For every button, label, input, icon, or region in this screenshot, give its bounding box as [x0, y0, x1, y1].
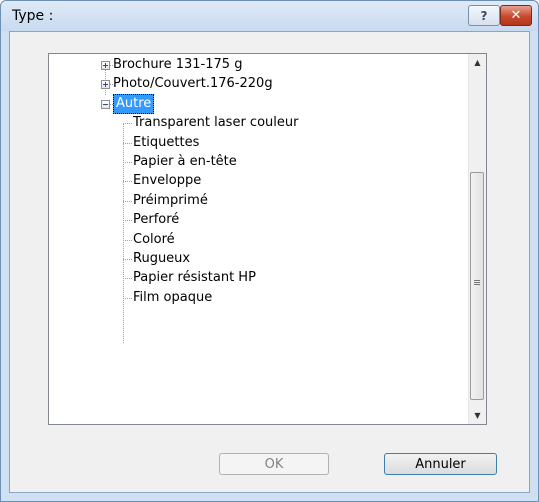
cancel-button[interactable]: Annuler — [384, 453, 497, 475]
tree-child-connector — [123, 124, 124, 344]
tree-item-label: Photo/Couvert.176-220g — [113, 76, 273, 92]
tree-branch-line — [123, 162, 132, 163]
scroll-down-arrow-icon[interactable]: ▼ — [469, 407, 486, 424]
tree-leaf[interactable]: Coloré — [123, 230, 175, 250]
tree-branch-line — [110, 103, 113, 105]
close-button[interactable]: ✕ — [500, 5, 532, 26]
tree-leaf[interactable]: Rugueux — [123, 249, 191, 269]
tree-leaf[interactable]: Papier résistant HP — [123, 268, 256, 288]
tree-branch-line — [123, 239, 132, 241]
vertical-scrollbar[interactable]: ▲ ▼ — [468, 54, 486, 424]
tree-branch-line — [123, 200, 132, 202]
scroll-thumb[interactable] — [470, 172, 484, 400]
tree-branch-line — [123, 142, 132, 144]
tree-branch-line — [123, 297, 132, 299]
tree-item-label: Préimprimé — [133, 192, 208, 208]
tree-branch-line — [123, 123, 132, 125]
tree-item-label: Papier résistant HP — [133, 270, 256, 286]
tree-item-label: Coloré — [133, 231, 175, 247]
tree-content: Brochure 131-175 g Photo/Couvert.176-220g… — [49, 54, 468, 424]
tree-item-label: Rugueux — [133, 251, 191, 266]
tree-item-label: Perforé — [133, 212, 180, 228]
tree-node[interactable]: Photo/Couvert.176-220g — [101, 74, 273, 94]
tree-node[interactable]: Brochure 131-175 g — [101, 55, 243, 75]
tree-branch-line — [110, 84, 113, 86]
tree-item-label: Etiquettes — [133, 134, 200, 150]
title-bar[interactable]: Type : ? ✕ — [1, 1, 538, 31]
type-tree-view[interactable]: Brochure 131-175 g Photo/Couvert.176-220g… — [48, 53, 487, 425]
dialog-title: Type : — [12, 8, 54, 24]
tree-branch-line — [123, 220, 132, 222]
dialog-window: Type : ? ✕ Brochure 131-175 g Photo/Couve… — [0, 0, 539, 502]
help-button[interactable]: ? — [468, 5, 500, 26]
tree-leaf[interactable]: Enveloppe — [123, 171, 202, 191]
tree-item-label: Brochure 131-175 g — [113, 57, 243, 72]
tree-branch-line — [110, 65, 113, 66]
tree-leaf[interactable]: Etiquettes — [123, 133, 200, 153]
ok-button[interactable]: OK — [219, 453, 329, 475]
grip-line-icon — [474, 284, 480, 285]
tree-leaf[interactable]: Transparent laser couleur — [123, 113, 299, 133]
tree-branch-line — [123, 259, 132, 260]
tree-item-label: Enveloppe — [133, 173, 202, 189]
tree-leaf[interactable]: Préimprimé — [123, 191, 208, 211]
scroll-up-arrow-icon[interactable]: ▲ — [469, 54, 486, 71]
tree-item-label: Autre — [113, 93, 155, 114]
tree-leaf[interactable]: Film opaque — [123, 288, 213, 308]
grip-line-icon — [474, 282, 480, 283]
tree-item-label: Papier à en-tête — [133, 154, 237, 169]
tree-node[interactable]: Autre — [101, 93, 155, 114]
expand-plus-icon[interactable] — [101, 61, 110, 70]
tree-branch-line — [123, 278, 132, 280]
tree-branch-line — [123, 181, 132, 183]
tree-leaf[interactable]: Perforé — [123, 210, 180, 230]
tree-leaf[interactable]: Papier à en-tête — [123, 152, 237, 172]
tree-item-label: Transparent laser couleur — [133, 115, 299, 131]
collapse-minus-icon[interactable] — [101, 99, 110, 109]
expand-plus-icon[interactable] — [101, 80, 110, 90]
tree-item-label: Film opaque — [133, 289, 213, 305]
grip-line-icon — [474, 280, 480, 281]
